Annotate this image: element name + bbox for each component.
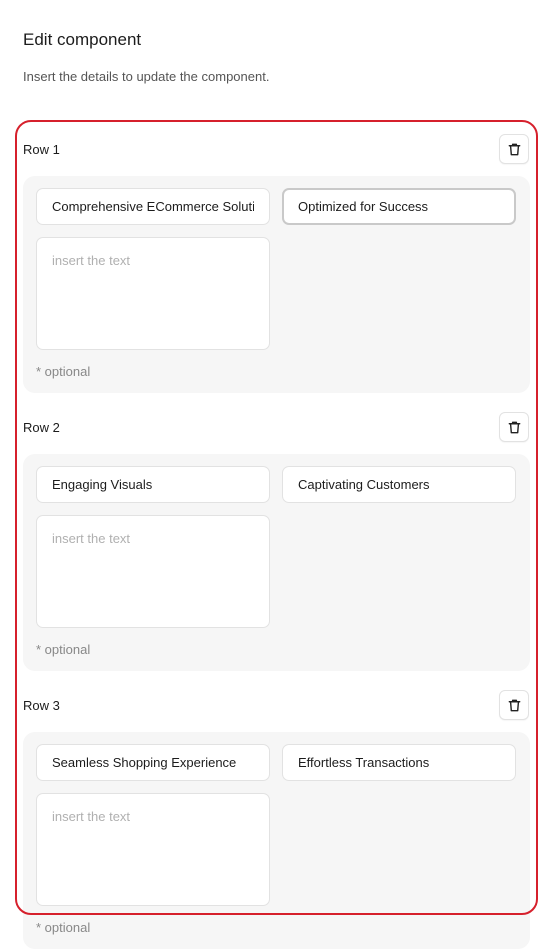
row-card: * optional <box>23 176 530 393</box>
row-text-area[interactable] <box>36 793 270 906</box>
row-label: Row 3 <box>23 698 60 713</box>
row-title-input[interactable] <box>36 188 270 225</box>
row-subtitle-input[interactable] <box>282 744 516 781</box>
delete-row-button[interactable] <box>499 690 529 720</box>
row-text-area[interactable] <box>36 515 270 628</box>
optional-note: * optional <box>36 364 91 379</box>
row-text-area[interactable] <box>36 237 270 350</box>
row-header: Row 3 <box>23 690 531 722</box>
row-card: * optional <box>23 454 530 671</box>
row-section-1: Row 1 * optional <box>23 134 531 393</box>
trash-icon <box>508 421 520 433</box>
trash-icon <box>508 699 520 711</box>
delete-row-button[interactable] <box>499 412 529 442</box>
row-card: * optional <box>23 732 530 949</box>
row-label: Row 1 <box>23 142 60 157</box>
row-header: Row 2 <box>23 412 531 444</box>
delete-row-button[interactable] <box>499 134 529 164</box>
row-title-input[interactable] <box>36 466 270 503</box>
row-header: Row 1 <box>23 134 531 166</box>
optional-note: * optional <box>36 642 91 657</box>
trash-icon <box>508 143 520 155</box>
row-label: Row 2 <box>23 420 60 435</box>
row-title-input[interactable] <box>36 744 270 781</box>
row-subtitle-input[interactable] <box>282 466 516 503</box>
row-subtitle-input[interactable] <box>282 188 516 225</box>
row-section-3: Row 3 * optional <box>23 690 531 949</box>
optional-note: * optional <box>36 920 91 935</box>
row-section-2: Row 2 * optional <box>23 412 531 671</box>
page-subtitle: Insert the details to update the compone… <box>23 69 270 84</box>
page-title: Edit component <box>23 30 142 49</box>
